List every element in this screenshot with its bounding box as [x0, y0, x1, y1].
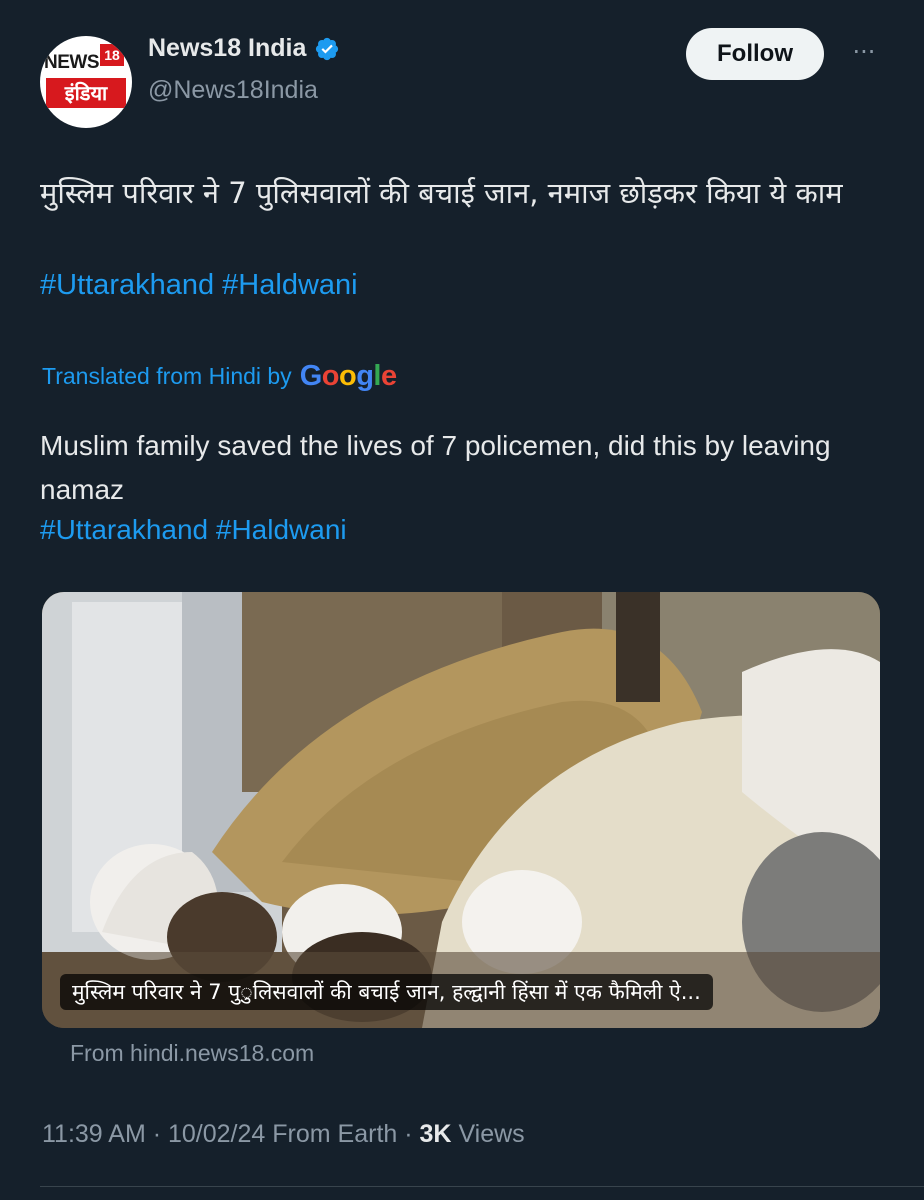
google-letter: G — [299, 360, 323, 392]
tweet-meta: 11:39 AM · 10/02/24 From Earth · 3K View… — [42, 1120, 525, 1149]
google-letter: l — [373, 360, 381, 392]
verified-badge-icon — [316, 37, 339, 60]
logo-18-badge: 18 — [100, 44, 124, 66]
tweet-location: From Earth — [265, 1120, 398, 1148]
tweet-original-text: मुस्लिम परिवार ने 7 पुलिसवालों की बचाई ज… — [40, 176, 843, 210]
google-logo: Google — [300, 360, 397, 393]
link-preview-card[interactable]: मुस्लिम परिवार ने 7 पु◌ुलिसवालों की बचाई… — [42, 592, 880, 1028]
translated-hashtags[interactable]: #Uttarakhand #Haldwani — [40, 508, 347, 552]
tweet-date[interactable]: 10/02/24 — [168, 1120, 265, 1149]
views-label: Views — [451, 1120, 525, 1148]
translated-from-label: Translated from Hindi by — [42, 363, 292, 389]
news18-india-avatar[interactable]: NEWS 18 इंडिया — [40, 36, 132, 128]
translation-attribution[interactable]: Translated from Hindi by Google — [42, 360, 397, 393]
card-image — [42, 592, 880, 1028]
account-handle[interactable]: @News18India — [148, 76, 318, 105]
logo-india-text: इंडिया — [46, 78, 126, 108]
meta-separator: · — [397, 1120, 420, 1148]
divider — [40, 1186, 924, 1187]
more-options-icon[interactable]: ··· — [846, 40, 882, 64]
original-hashtags[interactable]: #Uttarakhand #Haldwani — [40, 262, 358, 308]
google-letter: e — [380, 360, 397, 392]
account-name-row[interactable]: News18 India — [148, 34, 340, 63]
google-letter: o — [338, 360, 357, 392]
card-source-domain[interactable]: From hindi.news18.com — [70, 1040, 314, 1067]
follow-button[interactable]: Follow — [686, 28, 824, 80]
google-letter: g — [356, 360, 374, 392]
meta-separator: · — [145, 1120, 168, 1148]
account-name[interactable]: News18 India — [148, 34, 306, 63]
card-caption: मुस्लिम परिवार ने 7 पु◌ुलिसवालों की बचाई… — [60, 974, 713, 1010]
tweet-translated-text: Muslim family saved the lives of 7 polic… — [40, 430, 831, 505]
tweet-time[interactable]: 11:39 AM — [42, 1120, 146, 1149]
google-letter: o — [321, 360, 340, 392]
views-count[interactable]: 3K — [420, 1120, 452, 1149]
